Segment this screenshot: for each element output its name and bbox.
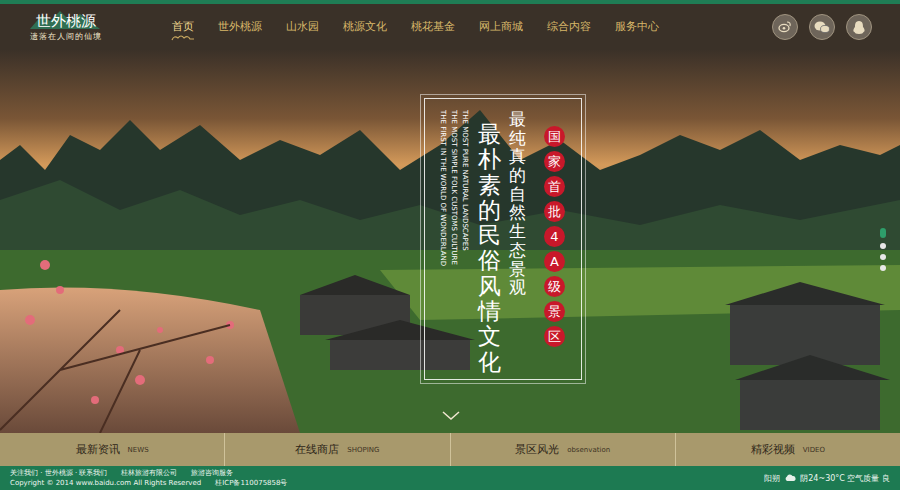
scroll-down-icon[interactable] — [442, 411, 460, 421]
nav-item[interactable]: 服务中心 — [615, 19, 659, 35]
social-links — [772, 14, 900, 40]
weather-text: 阴24~30°C 空气质量 良 — [800, 473, 890, 484]
footer-service[interactable]: 旅游咨询服务 — [191, 468, 233, 478]
english-line: THE MOST PURE NATURAL LANDSCAPES — [459, 110, 470, 370]
qq-button[interactable] — [846, 14, 872, 40]
weibo-button[interactable] — [772, 14, 798, 40]
slide-dots — [880, 228, 886, 271]
slide-dot[interactable] — [880, 254, 886, 260]
hero-caption: THE MOST PURE NATURAL LANDSCAPESTHE MOST… — [434, 110, 565, 375]
rating-badge: 国家首批4A级景区 — [544, 126, 565, 347]
wechat-button[interactable] — [809, 14, 835, 40]
english-line: THE MOST SIMPLE FOLK CUSTOMS CULTURE — [448, 110, 459, 370]
qq-penguin-icon — [852, 20, 866, 35]
header: 世外桃源遗落在人间的仙境首页世外桃源山水园桃源文化桃花基金网上商城综合内容服务中… — [0, 4, 900, 50]
slide-dot[interactable] — [880, 243, 886, 249]
section-tab[interactable]: 景区风光obsenvation — [451, 433, 676, 466]
logo-tagline: 遗落在人间的仙境 — [30, 31, 150, 43]
wechat-icon — [814, 20, 830, 34]
slide-dot[interactable] — [880, 228, 886, 238]
weibo-icon — [778, 20, 792, 34]
footer-company: 桂林旅游有限公司 — [121, 468, 177, 478]
footer: 关注我们 · 世外桃源 · 联系我们 桂林旅游有限公司 旅游咨询服务Copyrigh… — [0, 466, 900, 490]
english-caption: THE MOST PURE NATURAL LANDSCAPESTHE MOST… — [434, 110, 470, 370]
section-tab[interactable]: 最新资讯NEWS — [0, 433, 225, 466]
footer-links[interactable]: 关注我们 · 世外桃源 · 联系我们 — [10, 468, 107, 478]
weather: 阳朔 阴24~30°C 空气质量 良 — [764, 473, 890, 484]
cloud-icon — [784, 474, 796, 482]
home-page: 世外桃源遗落在人间的仙境首页世外桃源山水园桃源文化桃花基金网上商城综合内容服务中… — [0, 0, 900, 490]
nav-item[interactable]: 桃花基金 — [411, 19, 455, 35]
weather-city: 阳朔 — [764, 473, 780, 484]
logo[interactable]: 世外桃源遗落在人间的仙境 — [0, 11, 150, 43]
cloud-ornament-icon — [170, 34, 196, 42]
section-tab[interactable]: 在线商店SHOPING — [225, 433, 450, 466]
section-tab[interactable]: 精彩视频VIDEO — [676, 433, 900, 466]
logo-title: 世外桃源 — [30, 11, 150, 31]
nav-item[interactable]: 桃源文化 — [343, 19, 387, 35]
icp-number: 桂ICP备110075858号 — [215, 478, 287, 488]
nav-item[interactable]: 山水园 — [286, 19, 319, 35]
caption-landscape: 最纯真的自然生态景观 — [509, 110, 526, 297]
hero-banner: THE MOST PURE NATURAL LANDSCAPESTHE MOST… — [0, 50, 900, 433]
nav-item[interactable]: 网上商城 — [479, 19, 523, 35]
nav-item[interactable]: 世外桃源 — [218, 19, 262, 35]
section-tabs: 最新资讯NEWS在线商店SHOPING景区风光obsenvation精彩视频VI… — [0, 433, 900, 466]
nav-item[interactable]: 综合内容 — [547, 19, 591, 35]
english-line: THE FIRST IN THE WORLD OF WONDERLAND — [437, 110, 448, 370]
main-nav: 首页 世外桃源 山水园 桃源文化 桃花基金 网上商城 综合内容 服务中心 — [150, 19, 659, 35]
copyright: Copyright © 2014 www.baidu.com All Right… — [10, 478, 201, 488]
nav-item[interactable]: 首页 — [172, 19, 194, 35]
slide-dot[interactable] — [880, 265, 886, 271]
caption-culture: 最朴素的民俗风情文化 — [478, 122, 501, 375]
